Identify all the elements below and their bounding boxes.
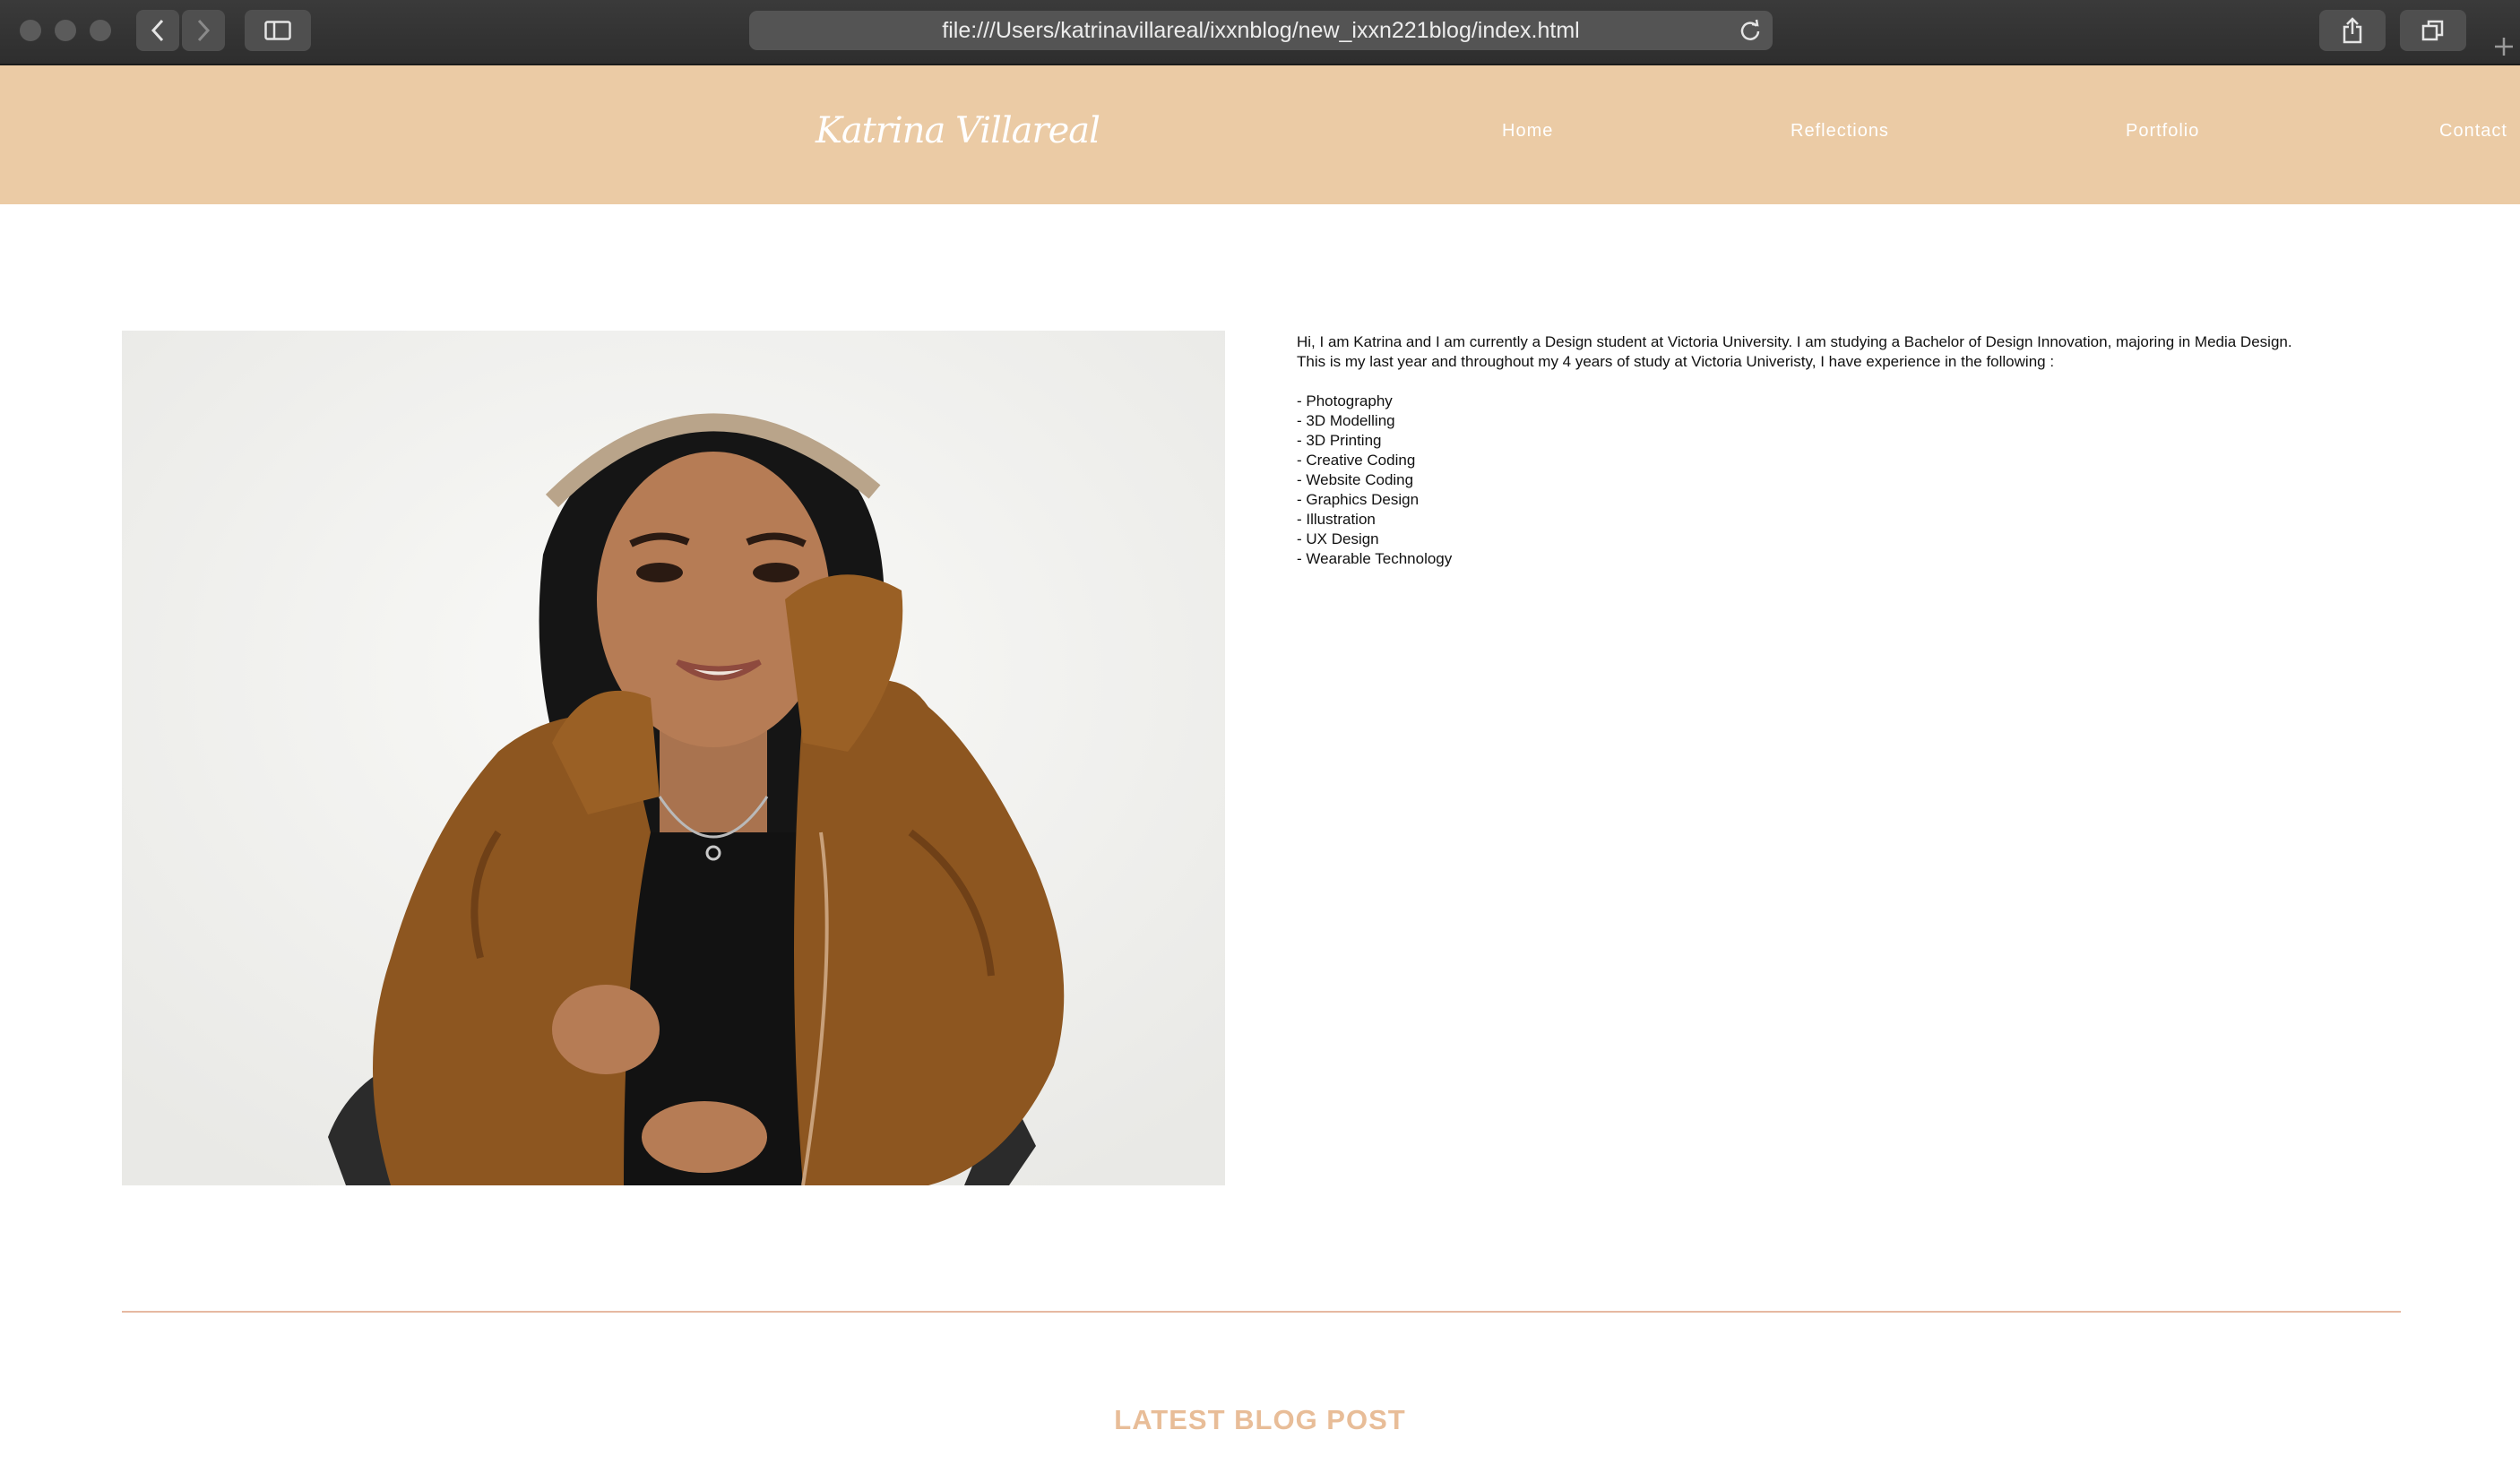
- section-divider: [122, 1311, 2401, 1313]
- share-button[interactable]: [2319, 10, 2386, 51]
- site-header: Katrina Villareal Home Reflections Portf…: [0, 65, 2520, 204]
- back-button[interactable]: [136, 10, 179, 51]
- tabs-icon: [2421, 20, 2444, 41]
- portrait-illustration: [122, 331, 1225, 1185]
- chevron-right-icon: [197, 19, 211, 42]
- minimize-window-button[interactable]: [55, 20, 76, 41]
- skill-item: - Wearable Technology: [1297, 550, 1453, 567]
- skill-item: - Website Coding: [1297, 471, 1414, 488]
- browser-toolbar: file:///Users/katrinavillareal/ixxnblog/…: [0, 0, 2520, 65]
- skill-item: - Creative Coding: [1297, 452, 1416, 469]
- plus-icon: [2495, 38, 2513, 56]
- bio-intro-line-2: This is my last year and throughout my 4…: [1297, 353, 2055, 370]
- chevron-left-icon: [151, 19, 164, 42]
- forward-button[interactable]: [182, 10, 225, 51]
- bio-intro-line-1: Hi, I am Katrina and I am currently a De…: [1297, 333, 2292, 350]
- address-bar[interactable]: file:///Users/katrinavillareal/ixxnblog/…: [749, 11, 1773, 50]
- skills-list: - Photography - 3D Modelling - 3D Printi…: [1297, 392, 2426, 569]
- close-window-button[interactable]: [20, 20, 41, 41]
- sidebar-toggle-button[interactable]: [245, 10, 311, 51]
- site-logo[interactable]: Katrina Villareal: [816, 99, 1100, 162]
- nav-link-contact[interactable]: Contact: [2439, 121, 2507, 142]
- reload-icon[interactable]: [1739, 19, 1762, 42]
- latest-blog-post-heading: LATEST BLOG POST: [1114, 1404, 1406, 1435]
- skill-item: - Graphics Design: [1297, 491, 1420, 508]
- zoom-window-button[interactable]: [90, 20, 111, 41]
- nav-link-portfolio[interactable]: Portfolio: [2126, 121, 2199, 142]
- url-text: file:///Users/katrinavillareal/ixxnblog/…: [942, 18, 1580, 43]
- skill-item: - UX Design: [1297, 530, 1379, 547]
- share-icon: [2343, 17, 2362, 44]
- sidebar-icon: [264, 21, 291, 40]
- skill-item: - 3D Printing: [1297, 432, 1382, 449]
- skill-item: - 3D Modelling: [1297, 412, 1395, 429]
- profile-photo: [122, 331, 1225, 1185]
- nav-link-home[interactable]: Home: [1502, 121, 1553, 142]
- tabs-overview-button[interactable]: [2400, 10, 2466, 51]
- bio-section: Hi, I am Katrina and I am currently a De…: [1297, 332, 2426, 569]
- nav-link-reflections[interactable]: Reflections: [1791, 121, 1889, 142]
- skill-item: - Illustration: [1297, 511, 1376, 528]
- new-tab-button[interactable]: [2488, 30, 2520, 63]
- skill-item: - Photography: [1297, 392, 1393, 409]
